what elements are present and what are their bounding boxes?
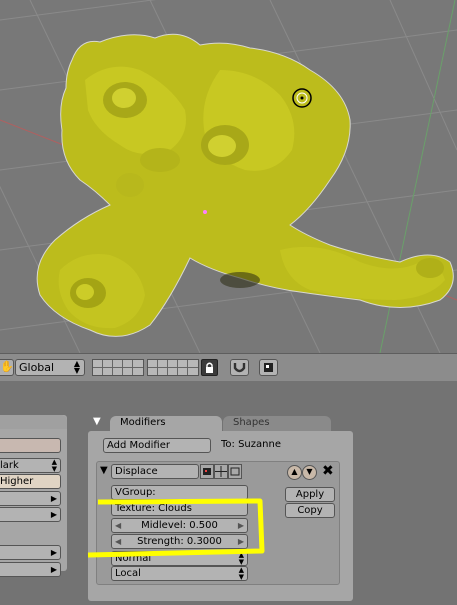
layer-button[interactable] bbox=[178, 360, 188, 368]
tab-shapes-label: Shapes bbox=[233, 417, 270, 428]
3d-view-header: ✋ Global ▲ ▼ bbox=[0, 353, 457, 382]
layer-button[interactable] bbox=[158, 367, 168, 375]
left-panel-toggle[interactable]: Higher bbox=[0, 474, 61, 489]
layer-button[interactable] bbox=[148, 360, 158, 368]
3d-viewport[interactable] bbox=[0, 0, 457, 353]
add-modifier-label: Add Modifier bbox=[107, 440, 170, 451]
left-panel-field-3[interactable]: ▶ bbox=[0, 545, 61, 560]
modifier-name-value: Displace bbox=[115, 466, 158, 477]
editmode-toggle-icon[interactable] bbox=[228, 464, 242, 479]
layer-button[interactable] bbox=[123, 367, 133, 375]
move-up-icon[interactable]: ▲ bbox=[287, 465, 302, 480]
layer-button[interactable] bbox=[93, 360, 103, 368]
tab-shapes[interactable]: Shapes bbox=[223, 416, 331, 431]
tab-modifiers[interactable]: Modifiers bbox=[110, 416, 222, 431]
transform-orientation-value: Global bbox=[19, 361, 55, 374]
move-down-icon[interactable]: ▼ bbox=[302, 465, 317, 480]
layer-button[interactable] bbox=[188, 360, 198, 368]
left-panel-field-2[interactable]: ▶ bbox=[0, 507, 61, 522]
modifier-expand-icon[interactable]: ▼ bbox=[100, 465, 108, 476]
copy-label: Copy bbox=[297, 505, 323, 516]
add-modifier-button[interactable]: Add Modifier bbox=[103, 438, 211, 453]
layer-button[interactable] bbox=[148, 367, 158, 375]
layer-button[interactable] bbox=[113, 367, 123, 375]
layer-button[interactable] bbox=[113, 360, 123, 368]
left-panel-field-4[interactable]: ▶ bbox=[0, 562, 61, 577]
left-panel-select-value: lark bbox=[0, 460, 19, 471]
layer-button[interactable] bbox=[158, 360, 168, 368]
suzanne-mesh[interactable] bbox=[36, 33, 454, 337]
panel-collapse-icon[interactable]: ▼ bbox=[93, 416, 101, 427]
apply-button[interactable]: Apply bbox=[285, 487, 335, 502]
layer-button[interactable] bbox=[103, 367, 113, 375]
render-toggle-icon[interactable] bbox=[200, 464, 214, 479]
magnet-icon[interactable] bbox=[230, 359, 249, 376]
highlight-annotation bbox=[87, 498, 265, 558]
layer-button[interactable] bbox=[168, 367, 178, 375]
modifier-target-label: To: Suzanne bbox=[221, 438, 281, 452]
dropdown-arrows-icon: ▲ ▼ bbox=[51, 458, 57, 473]
left-panel-tab bbox=[0, 415, 67, 429]
dropdown-arrows-icon: ▲ ▼ bbox=[238, 566, 244, 581]
layer-buttons-group-1 bbox=[92, 359, 144, 376]
lock-icon[interactable] bbox=[201, 359, 218, 376]
layer-button[interactable] bbox=[168, 360, 178, 368]
transform-orientation-select[interactable]: Global ▲ ▼ bbox=[15, 359, 85, 376]
modifier-target-text: To: Suzanne bbox=[221, 439, 281, 450]
layer-button[interactable] bbox=[178, 367, 188, 375]
layer-button[interactable] bbox=[133, 360, 143, 368]
layer-button[interactable] bbox=[103, 360, 113, 368]
dropdown-arrows-icon: ▲ ▼ bbox=[73, 359, 80, 375]
left-panel-blank-button[interactable] bbox=[0, 438, 61, 453]
hand-icon[interactable]: ✋ bbox=[0, 359, 14, 376]
left-panel-field-1[interactable]: ▶ bbox=[0, 491, 61, 506]
layer-button[interactable] bbox=[188, 368, 198, 376]
modifier-name-field[interactable]: Displace bbox=[111, 464, 199, 479]
right-arrow-icon: ▶ bbox=[50, 510, 57, 519]
texture-coords-select[interactable]: Local ▲ ▼ bbox=[111, 566, 248, 581]
apply-label: Apply bbox=[295, 489, 325, 500]
render-icon[interactable] bbox=[259, 359, 278, 376]
left-panel-toggle-label: Higher bbox=[0, 476, 34, 487]
right-arrow-icon: ▶ bbox=[50, 565, 57, 574]
layer-buttons-group-2 bbox=[147, 359, 199, 376]
buttons-window: lark ▲ ▼ Higher ▶ ▶ ▶ ▶ ▼ Modifiers Shape… bbox=[0, 381, 457, 605]
texture-coords-value: Local bbox=[115, 568, 141, 579]
copy-button[interactable]: Copy bbox=[285, 503, 335, 518]
layer-button[interactable] bbox=[133, 368, 143, 376]
layer-button[interactable] bbox=[123, 360, 133, 368]
realtime-toggle-icon[interactable] bbox=[214, 464, 228, 479]
tab-modifiers-label: Modifiers bbox=[120, 417, 166, 428]
layer-button[interactable] bbox=[93, 367, 103, 375]
right-arrow-icon: ▶ bbox=[50, 548, 57, 557]
left-panel-select[interactable]: lark ▲ ▼ bbox=[0, 458, 61, 473]
right-arrow-icon: ▶ bbox=[50, 494, 57, 503]
delete-modifier-icon[interactable]: ✖ bbox=[322, 463, 334, 479]
